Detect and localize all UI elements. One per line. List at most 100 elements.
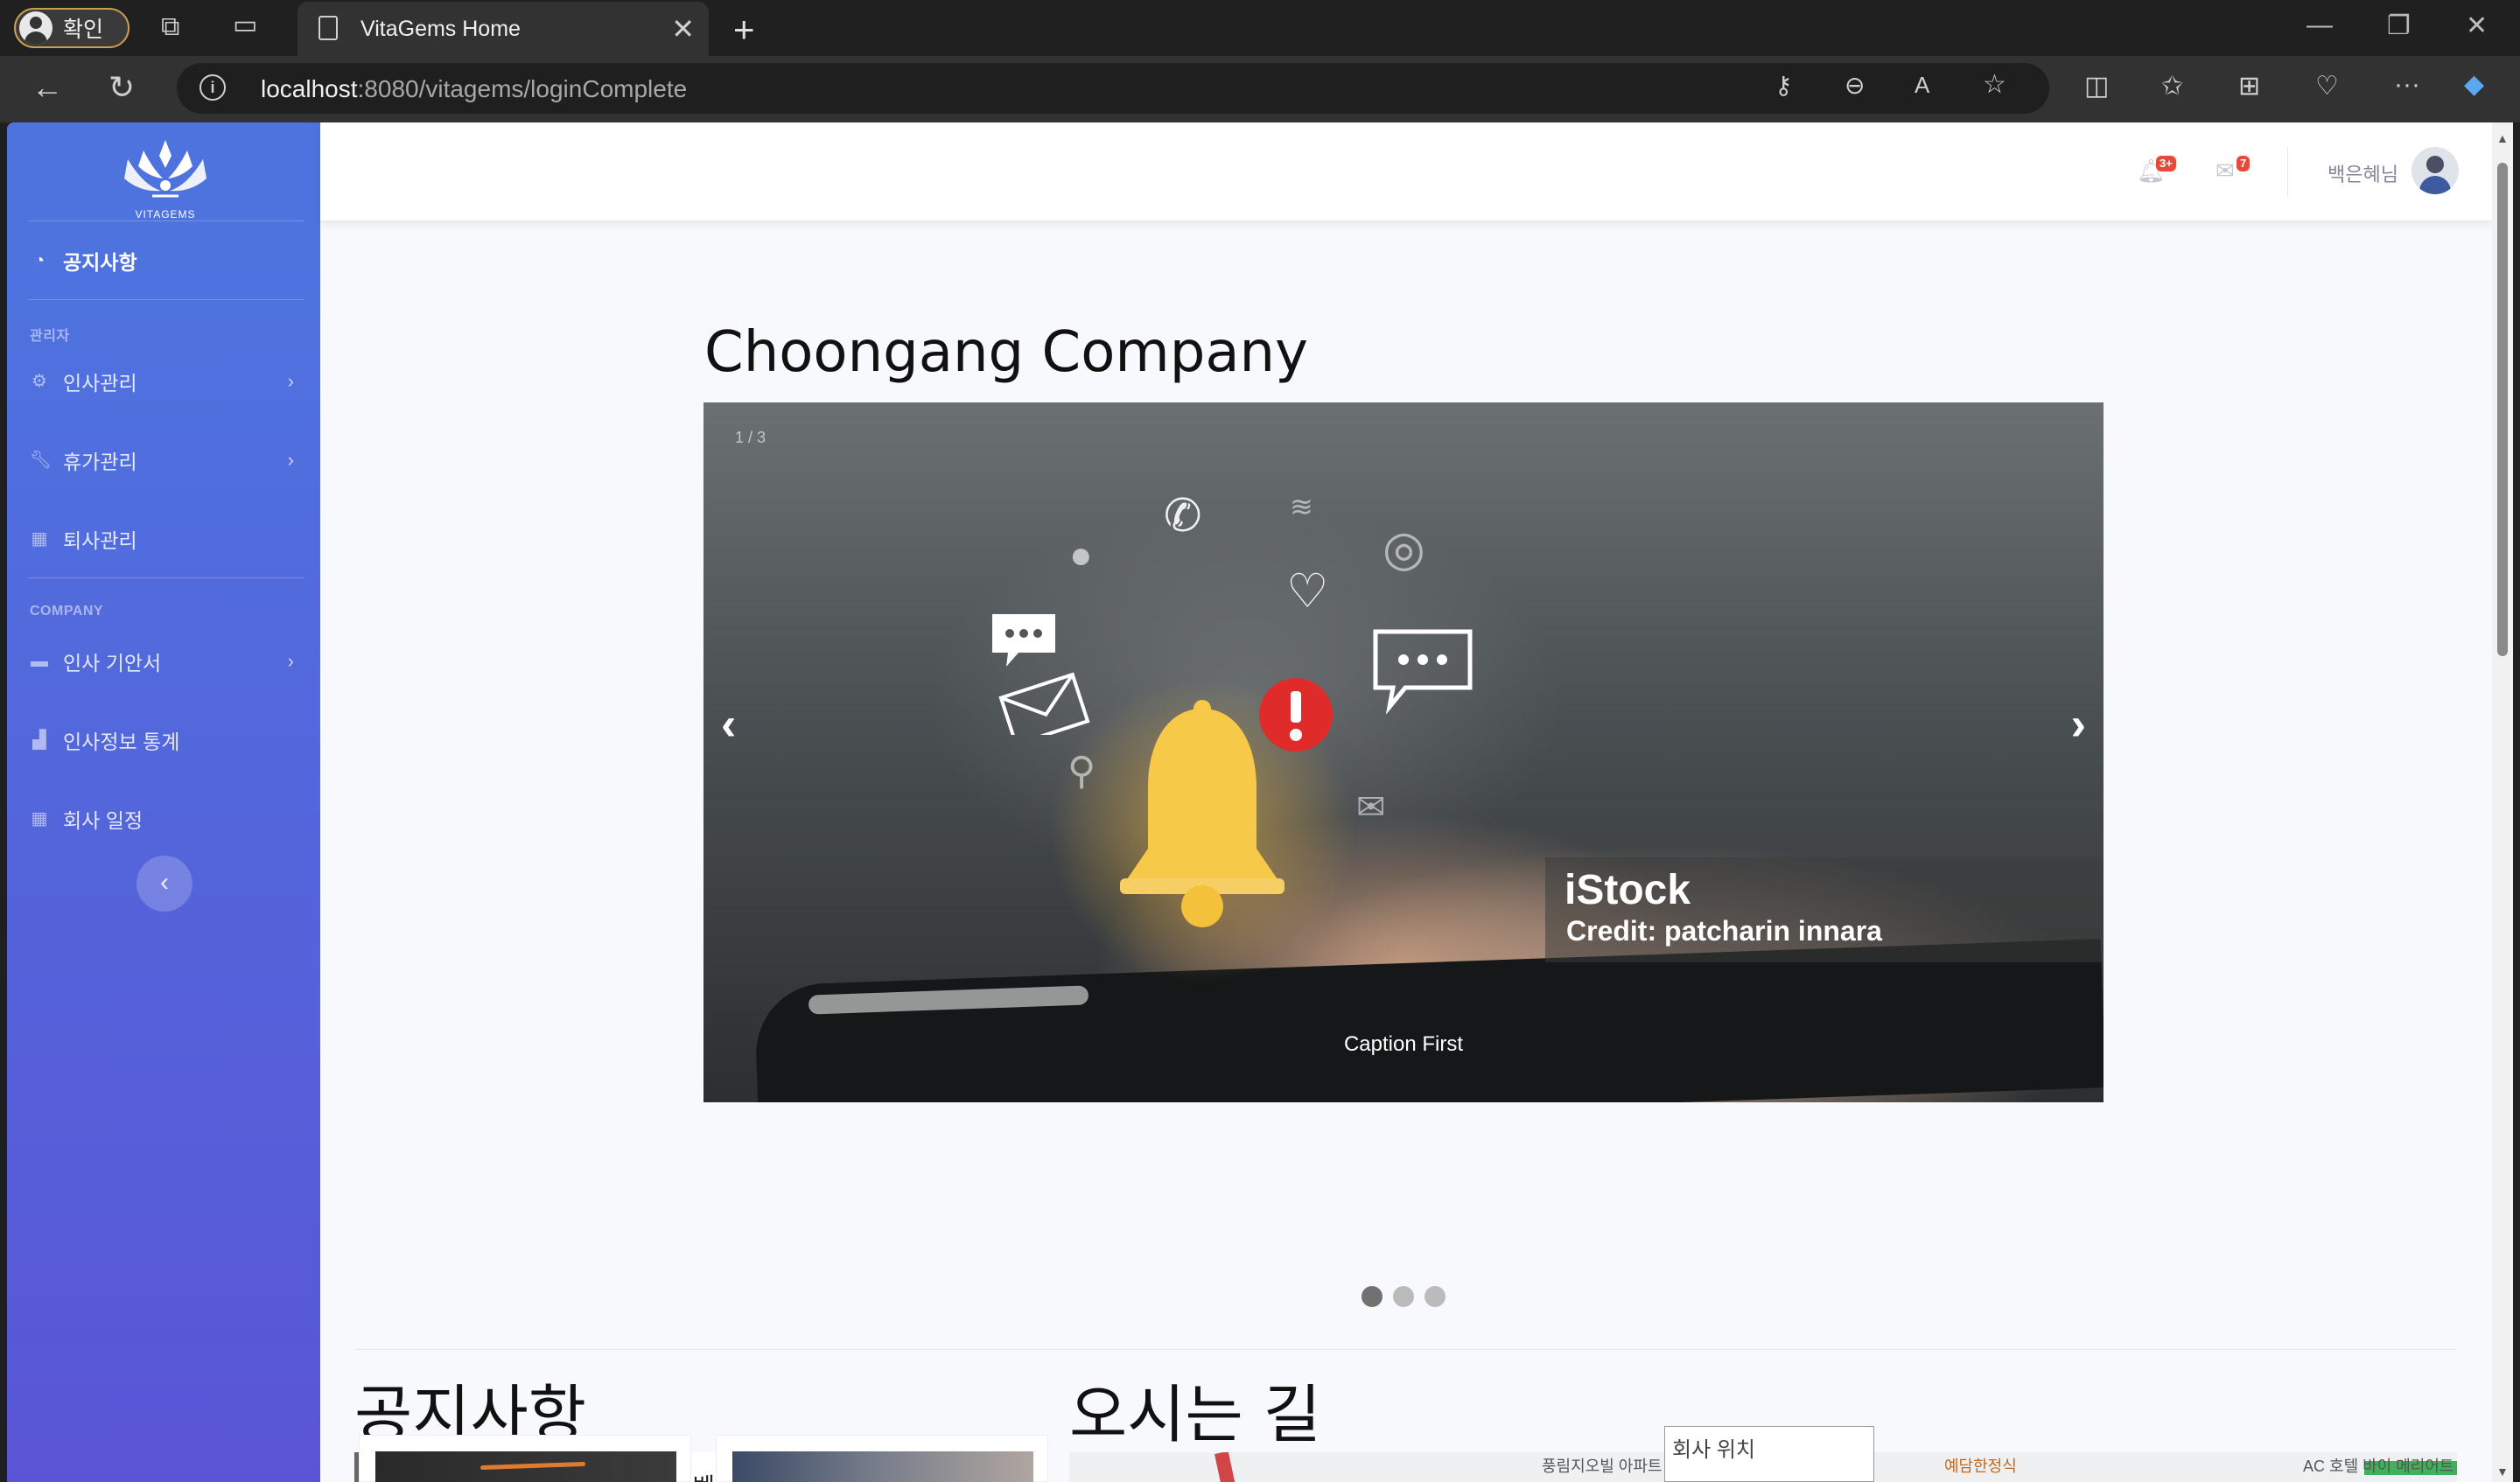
gear-icon: ⚙ (32, 372, 47, 391)
key-icon[interactable]: ⚷ (1774, 73, 1793, 98)
scrollbar-thumb[interactable] (2497, 163, 2508, 656)
alerts-badge: 3+ (2156, 156, 2176, 171)
carousel-dot[interactable] (1424, 1286, 1446, 1307)
sidebar-item-leave[interactable]: 🔧︎ 휴가관리 › (30, 443, 301, 478)
copilot-icon[interactable]: ◆ (2464, 72, 2484, 98)
vitagems-logo[interactable]: VITAGEMS (117, 133, 214, 220)
map-label: 예담한정식 (1944, 1458, 2017, 1475)
favorites-icon[interactable]: ✩ (2161, 73, 2183, 100)
directions-section-title: 오시는 길 (1069, 1378, 1321, 1451)
sidebar-heading-company: COMPANY (30, 604, 104, 619)
address-bar-row: ← ↻ i localhost:8080/vitagems/loginCompl… (0, 56, 2520, 122)
folder-icon: ▬ (31, 652, 48, 671)
watermark-credit: Credit: patcharin innara (1566, 915, 1882, 947)
watermark-logo: iStock (1564, 867, 1691, 913)
sidebar-item-stats[interactable]: ▟ 인사정보 통계 (30, 723, 301, 758)
tab-vitagems-home[interactable]: VitaGems Home ✕ (298, 2, 709, 56)
chart-icon: ▟ (32, 731, 46, 750)
map-info-popup[interactable]: 회사 위치 (1664, 1426, 1874, 1482)
envelope-graphic-icon (998, 672, 1090, 735)
image-carousel: ✆ ♡ ◎ ≋ ● ⚲ ✉ iStock Credit: patcharin i… (704, 402, 2104, 1102)
location-pin-icon: ⚲ (1068, 750, 1096, 793)
topbar: 🔔︎ 3+ ✉ 7 백은혜님 (320, 122, 2492, 220)
carousel-dot[interactable] (1362, 1286, 1382, 1307)
sidebar-item-label: 퇴사관리 (63, 529, 137, 552)
carousel-next-button[interactable]: › (2071, 698, 2086, 751)
performance-icon[interactable]: ♡ (2315, 73, 2339, 100)
read-aloud-icon[interactable]: A (1914, 73, 1929, 96)
sidebar-divider (28, 220, 304, 221)
envelope-icon[interactable]: ✉ (2216, 157, 2235, 185)
sidebar-item-label: 휴가관리 (63, 451, 137, 473)
notice-card[interactable] (716, 1435, 1048, 1482)
tab-actions-icon[interactable]: ▭ (233, 12, 257, 38)
phone-call-icon: ✆ (1164, 491, 1202, 542)
favorite-star-icon[interactable]: ☆ (1983, 72, 2006, 98)
messages-badge: 7 (2236, 156, 2250, 171)
speech-bubble-icon (1373, 629, 1473, 714)
window-close-icon[interactable]: ✕ (2466, 10, 2488, 41)
user-name[interactable]: 백은혜님 (2328, 159, 2398, 187)
site-info-icon[interactable]: i (200, 74, 226, 101)
table-icon: ▦ (31, 809, 48, 828)
split-screen-icon[interactable]: ◫ (2084, 73, 2109, 100)
table-icon: ▦ (31, 529, 48, 549)
sidebar-item-label: 인사 기안서 (63, 652, 162, 675)
globe-icon: ◎ (1382, 521, 1425, 576)
page-icon (318, 16, 338, 40)
more-menu-icon[interactable]: ··· (2394, 72, 2420, 98)
notice-card-image (732, 1451, 1033, 1482)
workspaces-icon[interactable]: ⧉ (161, 14, 179, 40)
refresh-icon[interactable]: ↻ (108, 72, 135, 103)
wifi-icon: ≋ (1290, 491, 1313, 522)
sidebar-toggle-button[interactable]: ‹ (136, 856, 192, 912)
sidebar-divider (28, 577, 304, 578)
restore-icon[interactable]: ❐ (2387, 10, 2411, 41)
sidebar-item-hr[interactable]: ⚙ 인사관리 › (30, 364, 301, 399)
carousel-dot[interactable] (1393, 1286, 1414, 1307)
page-scrollbar[interactable]: ▲ ▼ (2492, 122, 2513, 1482)
topbar-divider (2287, 147, 2288, 198)
minimize-icon[interactable]: — (2306, 10, 2333, 40)
tab-title: VitaGems Home (360, 17, 521, 41)
sidebar-item-resign[interactable]: ▦ 퇴사관리 (30, 521, 301, 556)
slide-counter: 1 / 3 (735, 429, 766, 446)
sidebar-item-notice[interactable]: ◔ 공지사항 (30, 243, 301, 278)
company-title: Choongang Company (704, 320, 1308, 385)
user-avatar[interactable] (2412, 147, 2459, 194)
notice-card-image (375, 1451, 676, 1482)
mail-small-icon: ✉ (1356, 788, 1386, 827)
sidebar-item-label: 인사관리 (63, 372, 137, 395)
profile-avatar-icon (19, 11, 52, 45)
close-tab-icon[interactable]: ✕ (671, 12, 695, 45)
map-popup-title: 회사 위치 (1672, 1438, 1755, 1462)
url-field[interactable]: i localhost:8080/vitagems/loginComplete … (177, 63, 2049, 114)
carousel-prev-button[interactable]: ‹ (721, 698, 736, 751)
chevron-right-icon: › (287, 650, 294, 672)
brand-text: VITAGEMS (135, 208, 196, 220)
page-viewport: VITAGEMS ◔ 공지사항 관리자 ⚙ 인사관리 › 🔧︎ 휴가관리 › ▦… (7, 122, 2513, 1482)
back-icon[interactable]: ← (32, 72, 63, 103)
slide-caption: Caption First (1343, 1032, 1464, 1056)
dashboard-icon: ◔ (33, 251, 46, 270)
istock-watermark: iStock Credit: patcharin innara (1545, 857, 2104, 962)
chevron-right-icon: › (287, 449, 294, 471)
zoom-icon[interactable]: ⊖ (1844, 73, 1865, 98)
sidebar-item-schedule[interactable]: ▦ 회사 일정 (30, 801, 301, 836)
chevron-right-icon: › (287, 370, 294, 392)
scroll-down-icon[interactable]: ▼ (2496, 1465, 2509, 1479)
sidebar: VITAGEMS ◔ 공지사항 관리자 ⚙ 인사관리 › 🔧︎ 휴가관리 › ▦… (7, 122, 320, 1482)
map-label: AC 호텔 바이 메리어트 서울 강남 (2303, 1458, 2457, 1475)
collections-icon[interactable]: ⊞ (2238, 73, 2260, 100)
scroll-up-icon[interactable]: ▲ (2496, 131, 2509, 145)
sidebar-item-label: 인사정보 통계 (63, 731, 180, 753)
new-tab-icon[interactable]: + (733, 9, 755, 51)
profile-button[interactable]: 확인 (14, 8, 130, 48)
sidebar-heading-admin: 관리자 (30, 329, 70, 344)
sidebar-item-draft[interactable]: ▬ 인사 기안서 › (30, 644, 301, 679)
sidebar-item-label: 공지사항 (63, 251, 137, 274)
wrench-icon: 🔧︎ (30, 451, 52, 470)
user-icon: ● (1069, 534, 1093, 577)
notice-card[interactable] (359, 1435, 691, 1482)
sidebar-item-label: 회사 일정 (63, 809, 144, 832)
